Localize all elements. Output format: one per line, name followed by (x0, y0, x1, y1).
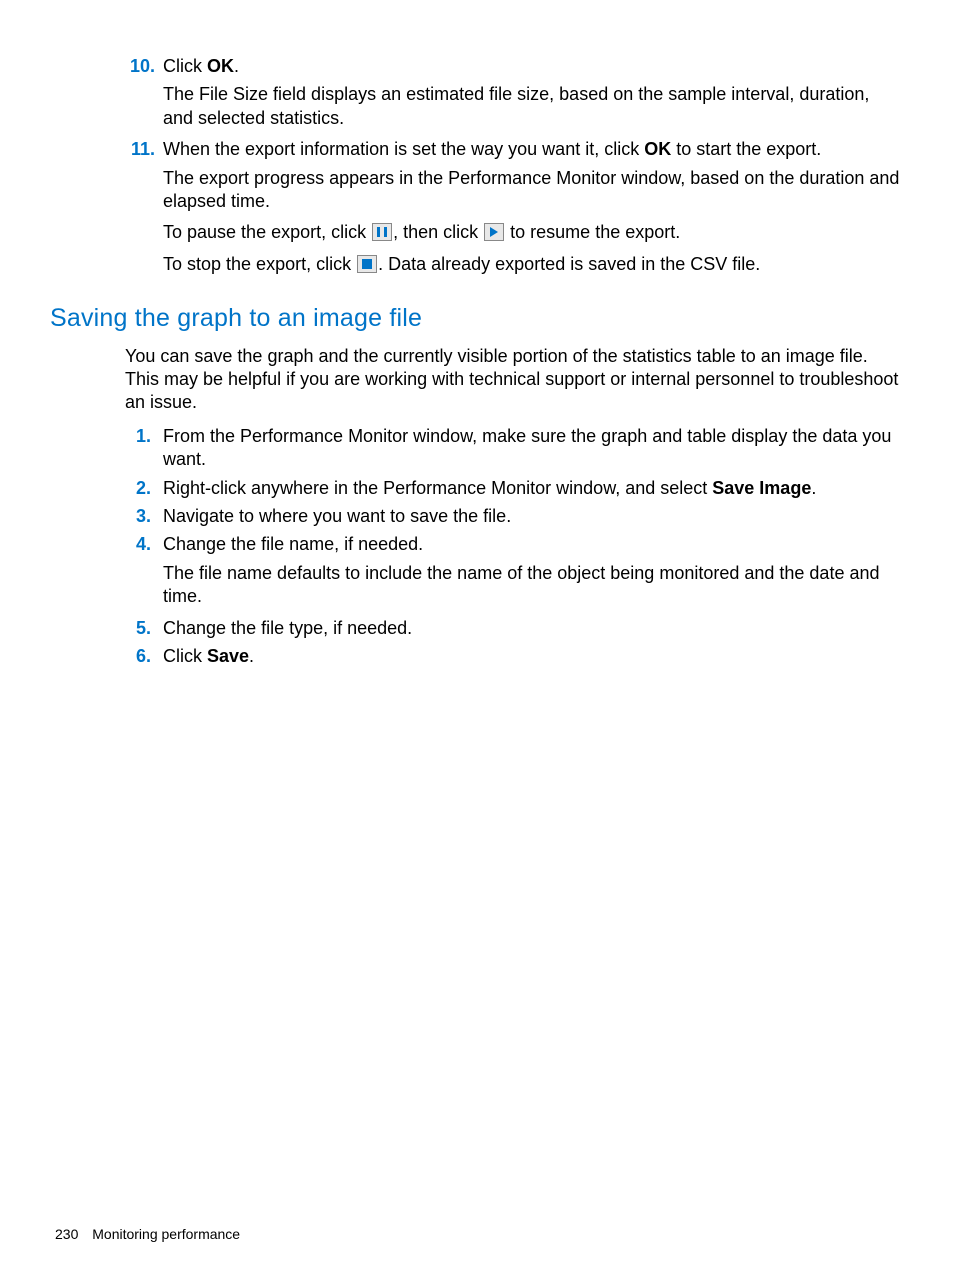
list-paragraph: The file name defaults to include the na… (163, 562, 904, 609)
step-6: 6. Click Save. (125, 645, 904, 668)
list-text: From the Performance Monitor window, mak… (163, 426, 891, 469)
list-text: Change the file type, if needed. (163, 618, 412, 638)
list-paragraph: The export progress appears in the Perfo… (163, 167, 904, 214)
list-text: Right-click anywhere in the Performance … (163, 478, 816, 498)
list-number: 5. (125, 617, 151, 640)
list-text: Click Save. (163, 646, 254, 666)
list-text: Navigate to where you want to save the f… (163, 506, 511, 526)
section-heading: Saving the graph to an image file (50, 302, 904, 335)
list-text: When the export information is set the w… (163, 139, 821, 159)
step-1: 1. From the Performance Monitor window, … (125, 425, 904, 472)
list-item-11: 11. When the export information is set t… (125, 138, 904, 276)
intro-paragraph: You can save the graph and the currently… (125, 345, 904, 415)
list-number: 6. (125, 645, 151, 668)
page-number: 230 (55, 1226, 78, 1242)
ordered-list-continued: 10. Click OK. The File Size field displa… (125, 55, 904, 276)
list-number: 11. (120, 138, 155, 161)
step-4: 4. Change the file name, if needed. The … (125, 533, 904, 608)
page-footer: 230 Monitoring performance (55, 1225, 240, 1243)
ordered-list-steps: 1. From the Performance Monitor window, … (125, 425, 904, 669)
stop-icon (357, 255, 377, 273)
list-number: 2. (125, 477, 151, 500)
list-item-10: 10. Click OK. The File Size field displa… (125, 55, 904, 130)
step-3: 3. Navigate to where you want to save th… (125, 505, 904, 528)
step-2: 2. Right-click anywhere in the Performan… (125, 477, 904, 500)
chapter-title: Monitoring performance (92, 1226, 240, 1242)
document-body: 10. Click OK. The File Size field displa… (50, 55, 904, 668)
step-5: 5. Change the file type, if needed. (125, 617, 904, 640)
list-paragraph-pause: To pause the export, click , then click … (163, 221, 904, 244)
pause-icon (372, 223, 392, 241)
list-text: Click OK. (163, 56, 239, 76)
list-number: 3. (125, 505, 151, 528)
list-paragraph-stop: To stop the export, click . Data already… (163, 253, 904, 276)
list-text: Change the file name, if needed. (163, 534, 423, 554)
list-paragraph: The File Size field displays an estimate… (163, 83, 904, 130)
list-number: 1. (125, 425, 151, 448)
play-icon (484, 223, 504, 241)
list-number: 10. (120, 55, 155, 78)
list-number: 4. (125, 533, 151, 556)
